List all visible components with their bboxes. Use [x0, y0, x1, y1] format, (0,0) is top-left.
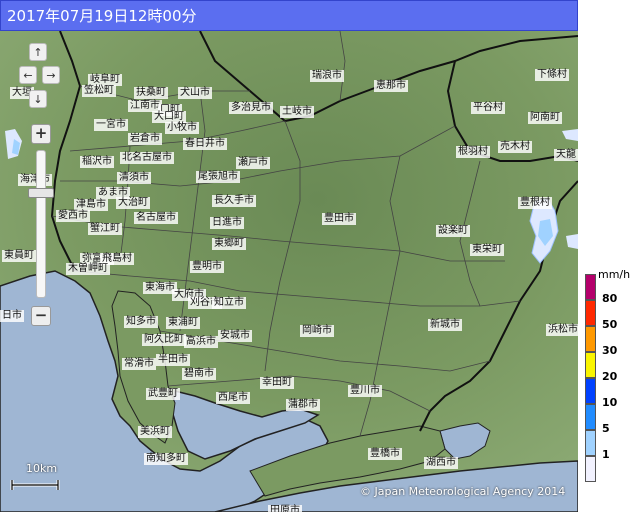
place-label: 一宮市	[94, 119, 128, 131]
map-app: 2017年07月19日12時00分 岐阜町 瑞浪市 恵那市 下條村 大垣 笠松町…	[0, 0, 640, 512]
place-label: 日進市	[210, 217, 244, 229]
legend-swatch	[585, 274, 596, 300]
legend-swatch	[585, 300, 596, 326]
place-label: 湖西市	[424, 457, 458, 469]
place-label: 売木村	[498, 141, 532, 153]
legend-value: 5	[602, 422, 610, 435]
legend-swatch	[585, 378, 596, 404]
place-label: 愛西市	[56, 210, 90, 222]
place-label: 恵那市	[374, 80, 408, 92]
place-label: 常滑市	[122, 358, 156, 370]
copyright-text: © Japan Meteorological Agency 2014	[360, 485, 566, 498]
place-label: 田原市	[268, 505, 302, 512]
place-label: 安城市	[218, 330, 252, 342]
legend-value: 30	[602, 344, 618, 357]
place-label: 根羽村	[456, 146, 490, 158]
place-label: 土岐市	[280, 106, 314, 118]
zoom-slider-track[interactable]	[36, 150, 46, 298]
place-label: 平谷村	[471, 102, 505, 114]
place-label: 稲沢市	[80, 156, 114, 168]
place-label: 東栄町	[470, 244, 504, 256]
place-label: 半田市	[156, 354, 190, 366]
zoom-slider-handle[interactable]	[28, 188, 54, 198]
pan-left-button[interactable]: ←	[19, 66, 37, 84]
place-label: 豊川市	[348, 385, 382, 397]
place-label: 美浜町	[138, 426, 172, 438]
legend-value: 10	[602, 396, 618, 409]
pan-right-button[interactable]: →	[42, 66, 60, 84]
place-label: 阿南町	[528, 112, 562, 124]
legend-swatch	[585, 326, 596, 352]
place-label: 東員町	[2, 250, 36, 262]
rain-radar-map[interactable]: 岐阜町 瑞浪市 恵那市 下條村 大垣 笠松町 扶桑町 犬山市 平谷村 一宮市 江南市 多治見市 土岐市阿…	[0, 30, 580, 512]
place-label: 天龍	[554, 149, 578, 161]
place-label: 蟹江町	[88, 223, 122, 235]
place-label: 瑞浪市	[310, 70, 344, 82]
place-label: 幸田町	[260, 377, 294, 389]
place-label: 知多市	[124, 316, 158, 328]
place-label: 尾張旭市	[196, 171, 240, 183]
place-label: 浜松市	[546, 324, 580, 336]
place-label: 高浜市	[184, 336, 218, 348]
place-label: 豊明市	[190, 261, 224, 273]
pan-down-button[interactable]: ↓	[29, 90, 47, 108]
legend-swatch	[585, 404, 596, 430]
place-label: 碧南市	[182, 368, 216, 380]
place-label: 瀬戸市	[236, 157, 270, 169]
rain-legend: mm/h 80 50 30 20 10 5 1	[582, 268, 638, 512]
place-label: 新城市	[428, 319, 462, 331]
timestamp-title: 2017年07月19日12時00分	[0, 0, 578, 31]
place-label: 武豊町	[146, 388, 180, 400]
pan-up-button[interactable]: ↑	[29, 43, 47, 61]
place-label: 豊橋市	[368, 448, 402, 460]
place-label: 木曽岬町	[66, 263, 110, 275]
place-label: 日市	[0, 310, 24, 322]
scale-line-icon	[10, 480, 60, 490]
place-label: 岩倉市	[128, 133, 162, 145]
place-label: 豊田市	[322, 213, 356, 225]
place-label: 清須市	[117, 172, 151, 184]
place-label: 海津市	[18, 174, 52, 186]
place-label: 名古屋市	[134, 212, 178, 224]
legend-value: 1	[602, 448, 610, 461]
place-label: 蒲郡市	[286, 399, 320, 411]
place-label: 笠松町	[82, 85, 116, 97]
place-label: 豊根村	[518, 197, 552, 209]
legend-unit: mm/h	[598, 268, 631, 281]
place-label: 岡崎市	[300, 325, 334, 337]
place-label: 西尾市	[216, 392, 250, 404]
place-label: 扶桑町	[134, 87, 168, 99]
zoom-out-button[interactable]: −	[31, 306, 51, 326]
place-label: 阿久比町	[142, 334, 186, 346]
place-label: 長久手市	[212, 195, 256, 207]
legend-value: 20	[602, 370, 618, 383]
place-label: 大治町	[116, 197, 150, 209]
place-label: 設楽町	[436, 225, 470, 237]
legend-swatch	[585, 456, 596, 482]
place-label: 春日井市	[183, 138, 227, 150]
zoom-in-button[interactable]: +	[31, 124, 51, 144]
legend-swatch	[585, 352, 596, 378]
place-label: 下條村	[535, 69, 569, 81]
place-label: 東郷町	[212, 238, 246, 250]
place-label: 小牧市	[165, 122, 199, 134]
place-label: 犬山市	[178, 87, 212, 99]
place-label: 多治見市	[229, 102, 273, 114]
legend-value: 80	[602, 292, 618, 305]
place-label: 知立市	[212, 297, 246, 309]
place-label: 南知多町	[144, 453, 188, 465]
scale-bar: 10km	[10, 462, 62, 492]
legend-swatch	[585, 430, 596, 456]
legend-value: 50	[602, 318, 618, 331]
place-label: 北名古屋市	[120, 152, 174, 164]
place-label: 東浦町	[166, 317, 200, 329]
